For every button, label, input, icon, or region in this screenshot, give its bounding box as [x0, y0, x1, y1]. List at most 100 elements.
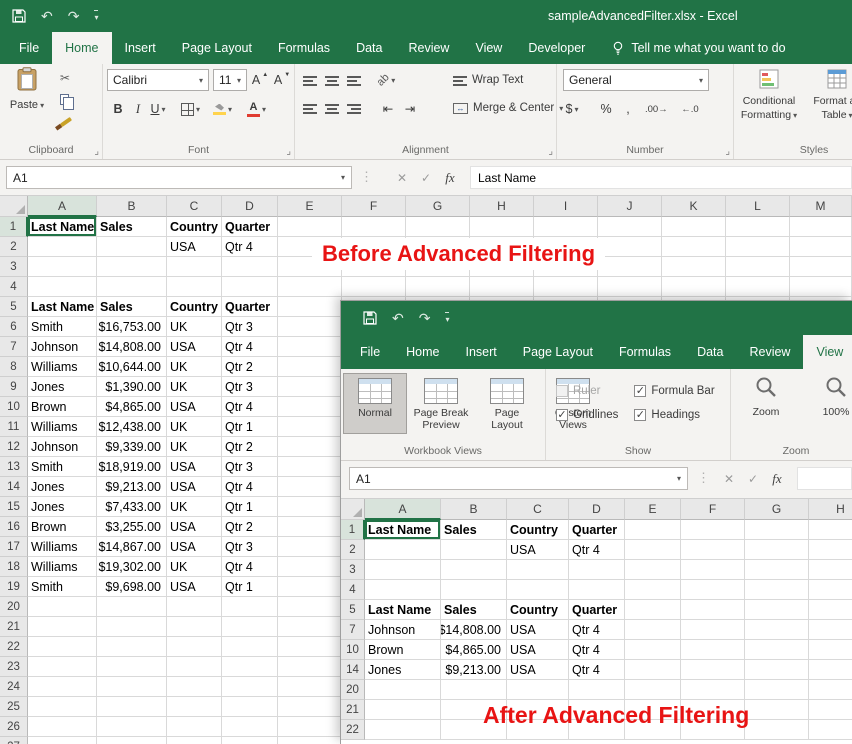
checkbox-gridlines[interactable]: ✓Gridlines: [556, 409, 618, 421]
cell-h4[interactable]: [470, 277, 534, 297]
view-button-page-break-preview[interactable]: Page Break Preview: [409, 373, 473, 434]
cell-c4[interactable]: [167, 277, 222, 297]
zoom-button-zoom[interactable]: Zoom: [733, 371, 799, 434]
cell-e15[interactable]: [278, 497, 342, 517]
cell-a16[interactable]: Brown: [28, 517, 97, 537]
cell-d18[interactable]: Qtr 4: [222, 557, 278, 577]
main-tab-developer[interactable]: Developer: [515, 32, 598, 64]
cell-k3[interactable]: [662, 257, 726, 277]
cell-d16[interactable]: Qtr 2: [222, 517, 278, 537]
cell-l3[interactable]: [726, 257, 790, 277]
cell-a27[interactable]: [28, 737, 97, 744]
cell-a15[interactable]: Jones: [28, 497, 97, 517]
cell-d23[interactable]: [222, 657, 278, 677]
cell-e14[interactable]: [625, 660, 681, 680]
cell-e5[interactable]: [278, 297, 342, 317]
cell-e6[interactable]: [278, 317, 342, 337]
cell-e11[interactable]: [278, 417, 342, 437]
cell-a2[interactable]: [28, 237, 97, 257]
cell-d27[interactable]: [222, 737, 278, 744]
cell-e17[interactable]: [278, 537, 342, 557]
redo-button[interactable]: ↷: [68, 9, 80, 23]
cell-f4[interactable]: [342, 277, 406, 297]
decrease-indent-button[interactable]: ⇤: [379, 97, 397, 119]
cell-d10[interactable]: Qtr 4: [569, 640, 625, 660]
cell-m2[interactable]: [790, 237, 852, 257]
cell-e10[interactable]: [278, 397, 342, 417]
cell-c6[interactable]: UK: [167, 317, 222, 337]
cell-b21[interactable]: [97, 617, 167, 637]
row-header-16[interactable]: 16: [0, 517, 28, 537]
cell-a17[interactable]: Williams: [28, 537, 97, 557]
cell-d17[interactable]: Qtr 3: [222, 537, 278, 557]
cell-a10[interactable]: Brown: [365, 640, 441, 660]
cell-c7[interactable]: USA: [507, 620, 569, 640]
cell-b3[interactable]: [441, 560, 507, 580]
cell-a20[interactable]: [28, 597, 97, 617]
row-header-25[interactable]: 25: [0, 697, 28, 717]
cell-l2[interactable]: [726, 237, 790, 257]
clipboard-dialog-launcher[interactable]: ⌟: [94, 146, 99, 157]
row-header-7[interactable]: 7: [341, 620, 365, 640]
row-header-18[interactable]: 18: [0, 557, 28, 577]
cell-a7[interactable]: Johnson: [365, 620, 441, 640]
cell-c16[interactable]: USA: [167, 517, 222, 537]
cell-h2[interactable]: [809, 540, 852, 560]
cell-b6[interactable]: $16,753.00: [97, 317, 167, 337]
cell-c2[interactable]: USA: [507, 540, 569, 560]
zoom-button-100pct[interactable]: 100%: [803, 371, 852, 434]
cell-f20[interactable]: [681, 680, 745, 700]
increase-font-size-button[interactable]: A▲: [251, 69, 269, 91]
alignment-dialog-launcher[interactable]: ⌟: [548, 146, 553, 157]
cell-b27[interactable]: [97, 737, 167, 744]
cell-b7[interactable]: $14,808.00: [97, 337, 167, 357]
column-header-c[interactable]: C: [507, 499, 569, 520]
cell-m4[interactable]: [790, 277, 852, 297]
row-header-2[interactable]: 2: [0, 237, 28, 257]
cell-b11[interactable]: $12,438.00: [97, 417, 167, 437]
cell-d9[interactable]: Qtr 3: [222, 377, 278, 397]
cell-i1[interactable]: [534, 217, 598, 237]
align-center-button[interactable]: [323, 97, 341, 119]
cell-c7[interactable]: USA: [167, 337, 222, 357]
bold-button[interactable]: B: [109, 98, 127, 120]
cell-d20[interactable]: [222, 597, 278, 617]
row-header-4[interactable]: 4: [0, 277, 28, 297]
cell-g5[interactable]: [745, 600, 809, 620]
row-header-19[interactable]: 19: [0, 577, 28, 597]
cell-a19[interactable]: Smith: [28, 577, 97, 597]
row-header-4[interactable]: 4: [341, 580, 365, 600]
merge-center-button[interactable]: ↔Merge & Center▾: [453, 97, 563, 119]
checkbox-ruler[interactable]: Ruler: [556, 385, 618, 397]
cell-a13[interactable]: Smith: [28, 457, 97, 477]
font-name-combo[interactable]: Calibri▾: [107, 69, 209, 91]
cell-e1[interactable]: [278, 217, 342, 237]
cell-c24[interactable]: [167, 677, 222, 697]
cell-h4[interactable]: [809, 580, 852, 600]
row-header-10[interactable]: 10: [341, 640, 365, 660]
cell-e27[interactable]: [278, 737, 342, 744]
cell-e3[interactable]: [625, 560, 681, 580]
cell-a1[interactable]: Last Name: [365, 520, 441, 540]
cell-c10[interactable]: USA: [167, 397, 222, 417]
cell-g2[interactable]: [745, 540, 809, 560]
cell-j1[interactable]: [598, 217, 662, 237]
cell-e16[interactable]: [278, 517, 342, 537]
cell-h14[interactable]: [809, 660, 852, 680]
cell-f3[interactable]: [681, 560, 745, 580]
row-header-21[interactable]: 21: [341, 700, 365, 720]
tell-me-box[interactable]: Tell me what you want to do: [612, 32, 785, 64]
column-header-f[interactable]: F: [681, 499, 745, 520]
cell-b9[interactable]: $1,390.00: [97, 377, 167, 397]
cell-g4[interactable]: [745, 580, 809, 600]
main-tab-review[interactable]: Review: [395, 32, 462, 64]
cell-d15[interactable]: Qtr 1: [222, 497, 278, 517]
cell-c13[interactable]: USA: [167, 457, 222, 477]
view-button-normal[interactable]: Normal: [343, 373, 407, 434]
cell-b7[interactable]: $14,808.00: [441, 620, 507, 640]
cell-a22[interactable]: [365, 720, 441, 740]
main-tab-page-layout[interactable]: Page Layout: [169, 32, 265, 64]
cell-c1[interactable]: Country: [507, 520, 569, 540]
number-dialog-launcher[interactable]: ⌟: [725, 146, 730, 157]
cell-d1[interactable]: Quarter: [222, 217, 278, 237]
